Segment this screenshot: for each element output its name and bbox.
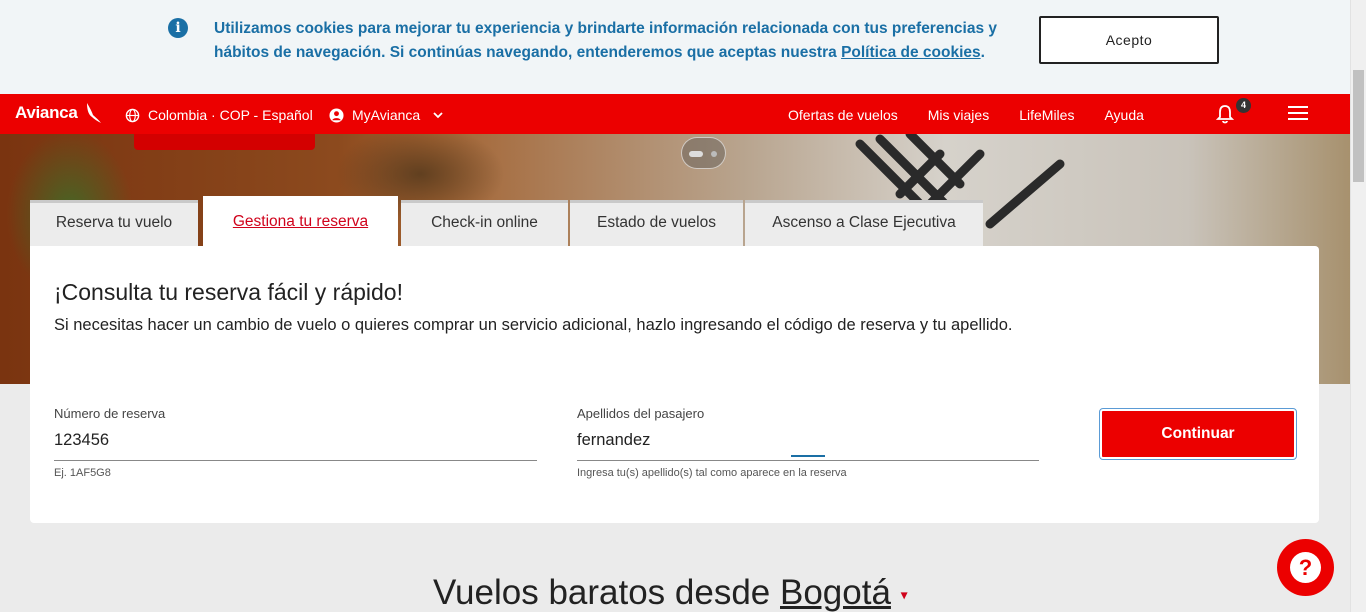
tab-estado-de-vuelos[interactable]: Estado de vuelos [570, 200, 743, 246]
cookie-banner: i Utilizamos cookies para mejorar tu exp… [0, 0, 1350, 94]
caret-down-icon[interactable]: ▾ [901, 586, 908, 602]
nav-link-ofertas[interactable]: Ofertas de vuelos [788, 107, 898, 123]
top-nav: Avianca Colombia · COP - Español MyAvian… [0, 94, 1350, 134]
cookie-policy-link[interactable]: Política de cookies [841, 44, 981, 61]
carousel-dot[interactable] [711, 151, 717, 157]
reservation-number-input[interactable]: 123456 [54, 429, 537, 461]
help-button[interactable]: ? [1277, 539, 1334, 596]
continue-button[interactable]: Continuar [1099, 408, 1297, 460]
reservation-number-hint: Ej. 1AF5G8 [54, 467, 111, 479]
scrollbar-thumb[interactable] [1353, 70, 1364, 182]
cheap-flights-heading-text: Vuelos baratos desde [433, 573, 780, 612]
nav-links: Ofertas de vuelos Mis viajes LifeMiles A… [788, 107, 1144, 123]
cookie-message-end: . [980, 44, 985, 61]
manage-booking-card: ¡Consulta tu reserva fácil y rápido! Si … [30, 246, 1319, 523]
nav-link-ayuda[interactable]: Ayuda [1104, 107, 1143, 123]
reservation-number-field: Número de reserva 123456 Ej. 1AF5G8 [54, 406, 537, 479]
hamburger-menu-icon[interactable] [1288, 106, 1308, 124]
myavianca-label: MyAvianca [352, 107, 421, 123]
hero-banner-edge [134, 134, 315, 150]
passenger-surname-hint: Ingresa tu(s) apellido(s) tal como apare… [577, 467, 847, 479]
avianca-bird-icon [87, 103, 101, 123]
chevron-down-icon [433, 112, 443, 119]
nav-link-lifemiles[interactable]: LifeMiles [1019, 107, 1074, 123]
user-icon [329, 107, 344, 123]
help-icon: ? [1290, 552, 1321, 583]
tab-ascenso-clase-ejecutiva[interactable]: Ascenso a Clase Ejecutiva [745, 200, 983, 246]
country-selector-label: Colombia · COP - Español [148, 107, 313, 123]
tab-reserva-tu-vuelo[interactable]: Reserva tu vuelo [30, 200, 198, 246]
nav-link-mis-viajes[interactable]: Mis viajes [928, 107, 989, 123]
passenger-surname-field: Apellidos del pasajero fernandez Ingresa… [577, 406, 1039, 479]
tab-gestiona-tu-reserva[interactable]: Gestiona tu reserva [203, 196, 398, 246]
form-title: ¡Consulta tu reserva fácil y rápido! [54, 279, 403, 305]
myavianca-menu[interactable]: MyAvianca [329, 107, 444, 123]
country-selector[interactable]: Colombia · COP - Español [125, 107, 313, 123]
input-focus-indicator [791, 455, 825, 457]
form-subtitle: Si necesitas hacer un cambio de vuelo o … [54, 316, 1013, 334]
bell-icon[interactable] [1216, 105, 1234, 124]
origin-city-selector[interactable]: Bogotá [780, 573, 891, 612]
globe-icon [125, 108, 140, 122]
passenger-surname-label: Apellidos del pasajero [577, 406, 705, 421]
cheap-flights-heading: Vuelos baratos desde Bogotá ▾ [433, 573, 908, 612]
tab-check-in-online[interactable]: Check-in online [401, 200, 568, 246]
avianca-logo[interactable]: Avianca [15, 103, 78, 123]
page-scrollbar[interactable] [1350, 0, 1366, 612]
reservation-number-label: Número de reserva [54, 406, 166, 421]
carousel-dot-active[interactable] [689, 151, 703, 157]
info-icon: i [168, 18, 188, 38]
cookie-message: Utilizamos cookies para mejorar tu exper… [214, 17, 1004, 65]
notification-badge: 4 [1236, 98, 1251, 113]
carousel-indicator[interactable] [681, 137, 726, 169]
accept-cookies-button[interactable]: Acepto [1039, 16, 1219, 64]
